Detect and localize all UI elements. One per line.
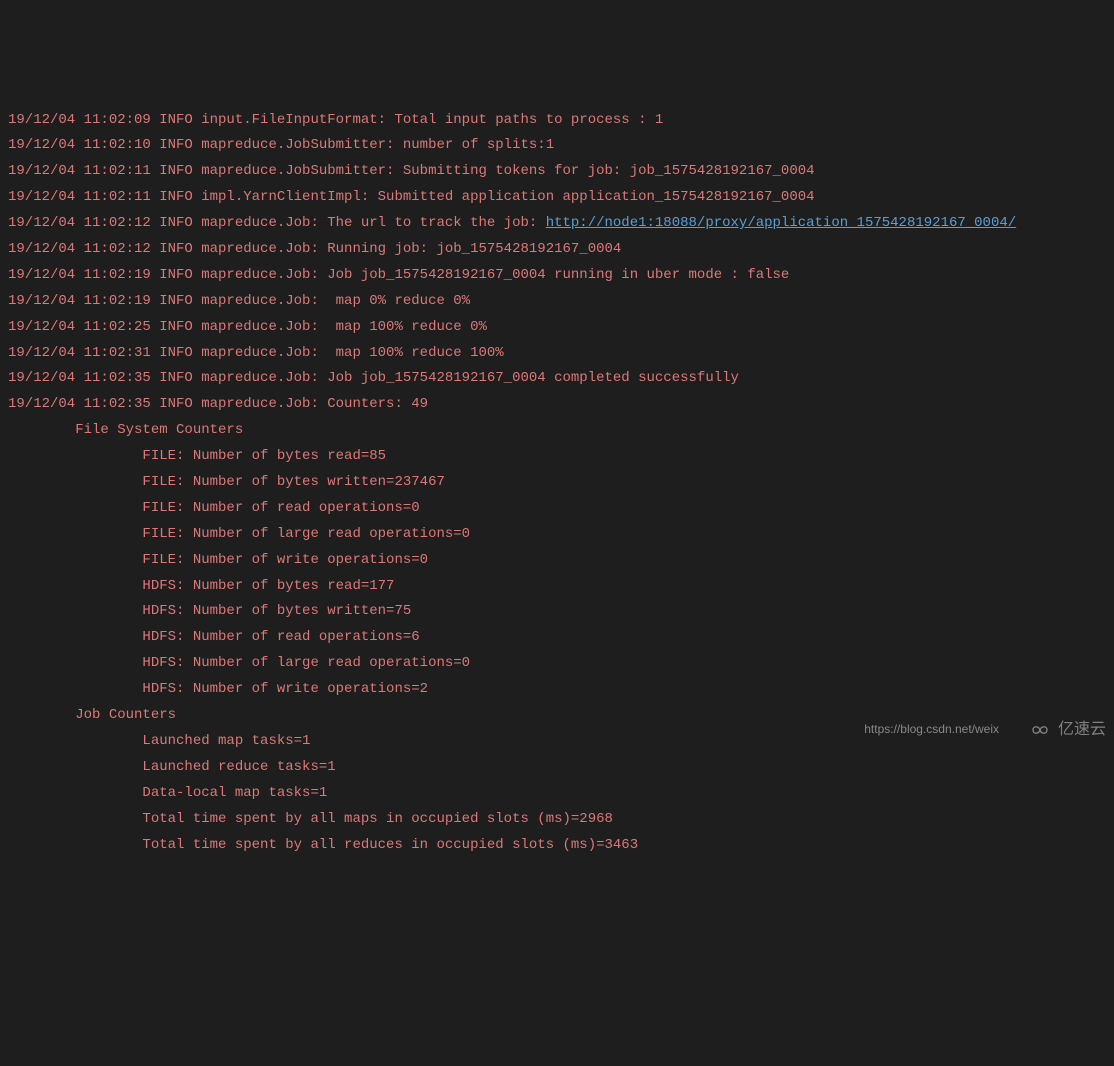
log-line: FILE: Number of read operations=0: [8, 496, 1106, 522]
log-line: 19/12/04 11:02:10 INFO mapreduce.JobSubm…: [8, 133, 1106, 159]
log-line: 19/12/04 11:02:19 INFO mapreduce.Job: Jo…: [8, 263, 1106, 289]
log-text: 19/12/04 11:02:19 INFO mapreduce.Job: ma…: [8, 293, 470, 309]
log-text: HDFS: Number of bytes written=75: [8, 603, 411, 619]
log-text: File System Counters: [8, 422, 243, 438]
infinity-icon: [1026, 721, 1054, 739]
terminal-log-output: 19/12/04 11:02:09 INFO input.FileInputFo…: [8, 108, 1106, 859]
log-text: HDFS: Number of bytes read=177: [8, 578, 394, 594]
log-line: 19/12/04 11:02:11 INFO mapreduce.JobSubm…: [8, 159, 1106, 185]
log-text: Job Counters: [8, 707, 184, 723]
log-text: FILE: Number of write operations=0: [8, 552, 428, 568]
log-text: Launched map tasks=1: [8, 733, 310, 749]
log-line: HDFS: Number of bytes written=75: [8, 599, 1106, 625]
log-text: Data-local map tasks=1: [8, 785, 327, 801]
watermark-url: https://blog.csdn.net/weix: [864, 718, 999, 740]
log-text: HDFS: Number of write operations=2: [8, 681, 428, 697]
log-text: 19/12/04 11:02:12 INFO mapreduce.Job: Ru…: [8, 241, 621, 257]
log-text: 19/12/04 11:02:11 INFO mapreduce.JobSubm…: [8, 163, 815, 179]
log-text: HDFS: Number of read operations=6: [8, 629, 420, 645]
job-tracking-url-link[interactable]: http://node1:18088/proxy/application_157…: [546, 215, 1016, 231]
log-text: FILE: Number of bytes read=85: [8, 448, 386, 464]
log-text: FILE: Number of read operations=0: [8, 500, 420, 516]
log-line: Data-local map tasks=1: [8, 781, 1106, 807]
log-text: 19/12/04 11:02:31 INFO mapreduce.Job: ma…: [8, 345, 504, 361]
log-line: HDFS: Number of write operations=2: [8, 677, 1106, 703]
log-text: Total time spent by all maps in occupied…: [8, 811, 613, 827]
log-line: 19/12/04 11:02:12 INFO mapreduce.Job: Th…: [8, 211, 1106, 237]
watermark-logo-text: 亿速云: [1058, 715, 1106, 745]
log-line: 19/12/04 11:02:25 INFO mapreduce.Job: ma…: [8, 315, 1106, 341]
log-line: 19/12/04 11:02:35 INFO mapreduce.Job: Co…: [8, 392, 1106, 418]
log-line: HDFS: Number of bytes read=177: [8, 574, 1106, 600]
log-text: 19/12/04 11:02:35 INFO mapreduce.Job: Jo…: [8, 370, 739, 386]
log-line: 19/12/04 11:02:19 INFO mapreduce.Job: ma…: [8, 289, 1106, 315]
log-text: 19/12/04 11:02:12 INFO mapreduce.Job: Th…: [8, 215, 546, 231]
watermark-logo: 亿速云: [1026, 715, 1106, 745]
log-text: HDFS: Number of large read operations=0: [8, 655, 470, 671]
log-line: Total time spent by all reduces in occup…: [8, 833, 1106, 859]
log-line: Launched reduce tasks=1: [8, 755, 1106, 781]
log-text: 19/12/04 11:02:11 INFO impl.YarnClientIm…: [8, 189, 815, 205]
log-line: 19/12/04 11:02:09 INFO input.FileInputFo…: [8, 108, 1106, 134]
log-line: 19/12/04 11:02:12 INFO mapreduce.Job: Ru…: [8, 237, 1106, 263]
log-text: 19/12/04 11:02:35 INFO mapreduce.Job: Co…: [8, 396, 428, 412]
log-line: FILE: Number of large read operations=0: [8, 522, 1106, 548]
log-line: HDFS: Number of read operations=6: [8, 625, 1106, 651]
log-line: Total time spent by all maps in occupied…: [8, 807, 1106, 833]
log-text: Launched reduce tasks=1: [8, 759, 336, 775]
log-text: FILE: Number of bytes written=237467: [8, 474, 445, 490]
log-text: Total time spent by all reduces in occup…: [8, 837, 638, 853]
log-text: FILE: Number of large read operations=0: [8, 526, 470, 542]
log-line: FILE: Number of bytes written=237467: [8, 470, 1106, 496]
log-text: 19/12/04 11:02:25 INFO mapreduce.Job: ma…: [8, 319, 487, 335]
log-line: File System Counters: [8, 418, 1106, 444]
log-line: FILE: Number of write operations=0: [8, 548, 1106, 574]
log-line: 19/12/04 11:02:31 INFO mapreduce.Job: ma…: [8, 341, 1106, 367]
log-line: HDFS: Number of large read operations=0: [8, 651, 1106, 677]
log-text: 19/12/04 11:02:09 INFO input.FileInputFo…: [8, 112, 663, 128]
log-text: 19/12/04 11:02:10 INFO mapreduce.JobSubm…: [8, 137, 554, 153]
log-text: 19/12/04 11:02:19 INFO mapreduce.Job: Jo…: [8, 267, 789, 283]
log-line: FILE: Number of bytes read=85: [8, 444, 1106, 470]
log-line: 19/12/04 11:02:35 INFO mapreduce.Job: Jo…: [8, 366, 1106, 392]
log-line: 19/12/04 11:02:11 INFO impl.YarnClientIm…: [8, 185, 1106, 211]
